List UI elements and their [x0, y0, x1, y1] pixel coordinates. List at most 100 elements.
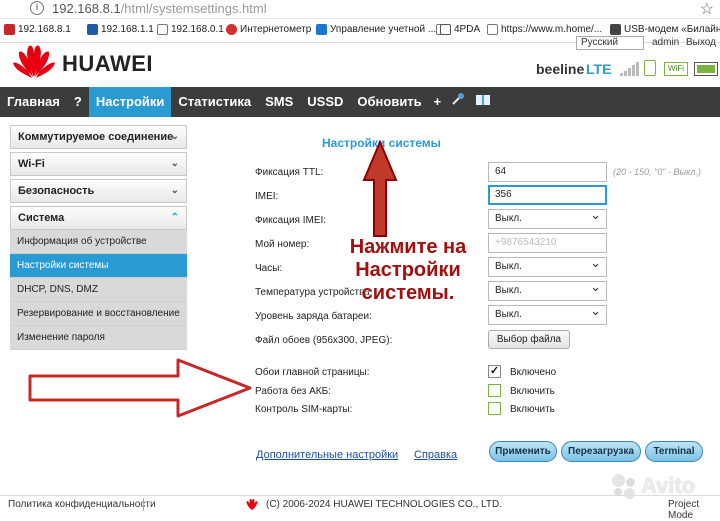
- bookmark-item[interactable]: Интернетометр: [226, 24, 311, 35]
- no-battery-checkbox[interactable]: [488, 384, 501, 397]
- bookmark-item[interactable]: USB-модем «Билайн»: [610, 24, 720, 35]
- site-info-icon[interactable]: i: [30, 1, 44, 15]
- address-text[interactable]: 192.168.8.1/html/systemsettings.html: [52, 1, 267, 16]
- battery-level-select[interactable]: Выкл.: [488, 302, 607, 325]
- apply-button[interactable]: Применить: [489, 441, 557, 462]
- 4pda-bookmark-icon: [440, 24, 451, 35]
- brand-name: HUAWEI: [62, 51, 153, 76]
- nav-settings[interactable]: Настройки: [88, 87, 172, 117]
- bookmark-item[interactable]: 192.168.8.1: [4, 24, 71, 35]
- k-bookmark-icon: [316, 24, 327, 35]
- imei-label: IMEI:: [255, 191, 279, 202]
- sim-control-label: Контроль SIM-карты:: [255, 404, 353, 415]
- battery-level-label: Уровень заряда батареи:: [255, 311, 372, 322]
- nav-ussd[interactable]: USSD: [300, 87, 350, 117]
- bookmark-item[interactable]: 4PDA: [438, 24, 480, 35]
- bookmark-item[interactable]: Управление учетной ...: [316, 24, 436, 35]
- sidebar-group-dialup[interactable]: Коммутируемое соединение ⌄: [10, 125, 187, 149]
- footer-divider: [143, 498, 144, 511]
- mail-bookmark-icon: [87, 24, 98, 35]
- my-number-input[interactable]: +9876543210: [488, 233, 607, 253]
- sidebar-item-change-password[interactable]: Изменение пароля: [10, 326, 187, 350]
- modem-bookmark-icon: [610, 24, 621, 35]
- nav-statistics[interactable]: Статистика: [171, 87, 258, 117]
- chevron-up-icon: ⌃: [170, 212, 179, 223]
- right-arrow-annotation-icon: [28, 358, 252, 418]
- sim-control-checkbox[interactable]: [488, 402, 501, 415]
- url-path: /html/systemsettings.html: [120, 1, 267, 16]
- sidebar-item-dhcp[interactable]: DHCP, DNS, DMZ: [10, 278, 187, 302]
- avito-wordmark: Avito: [641, 473, 696, 498]
- bookmark-item[interactable]: 192.168.0.1: [157, 24, 224, 35]
- project-mode-link[interactable]: Project Mode: [668, 499, 720, 521]
- main-nav: Главная ? Настройки Статистика SMS USSD …: [0, 87, 720, 117]
- tools-icon[interactable]: [446, 87, 470, 117]
- no-battery-state: Включить: [510, 386, 555, 397]
- logout-link[interactable]: Выход: [686, 37, 716, 48]
- sidebar-item-system-settings[interactable]: Настройки системы: [10, 254, 187, 278]
- clock-select[interactable]: Выкл.: [488, 254, 607, 277]
- terminal-button[interactable]: Terminal: [645, 441, 703, 462]
- chevron-down-icon: ⌄: [170, 158, 179, 169]
- nav-refresh[interactable]: Обновить: [350, 87, 428, 117]
- temperature-select[interactable]: Выкл.: [488, 278, 607, 301]
- my-number-label: Мой номер:: [255, 239, 310, 250]
- ttl-label: Фиксация TTL:: [255, 167, 324, 178]
- chevron-down-icon: ⌄: [170, 185, 179, 196]
- chevron-down-icon: ⌄: [170, 131, 179, 142]
- sidebar-item-device-info[interactable]: Информация об устройстве: [10, 230, 187, 254]
- sidebar-group-wifi[interactable]: Wi-Fi ⌄: [10, 152, 187, 176]
- up-arrow-annotation-icon: [362, 140, 398, 237]
- page-bookmark-icon: [157, 24, 168, 35]
- operator-name: beeline: [536, 61, 585, 77]
- nav-home[interactable]: Главная: [0, 87, 67, 117]
- wifi-status-icon: WiFi: [664, 62, 688, 76]
- wallpaper-home-checkbox[interactable]: ✓: [488, 365, 501, 378]
- choose-file-button[interactable]: Выбор файла: [488, 330, 570, 349]
- wallpaper-home-state: Включено: [510, 367, 557, 378]
- wallpaper-home-label: Обои главной страницы:: [255, 367, 370, 378]
- url-host: 192.168.8.1: [52, 1, 121, 16]
- user-name: admin: [652, 37, 680, 48]
- imei-fix-select[interactable]: Выкл.: [488, 206, 607, 229]
- ttl-hint: (20 - 150, "0" - Выкл.): [613, 167, 701, 177]
- advanced-settings-link[interactable]: Дополнительные настройки: [256, 449, 398, 461]
- clock-label: Часы:: [255, 263, 283, 274]
- ttl-input[interactable]: 64: [488, 162, 607, 182]
- sidebar-group-security[interactable]: Безопасность ⌄: [10, 179, 187, 203]
- wallpaper-label: Файл обоев (956x300, JPEG):: [255, 335, 393, 346]
- sim-card-icon: [644, 60, 656, 76]
- privacy-link[interactable]: Политика конфиденциальности: [8, 499, 156, 510]
- bookmark-item[interactable]: 192.168.1.1: [87, 24, 154, 35]
- avito-watermark: Avito: [612, 473, 695, 499]
- avito-logo-icon: [612, 474, 638, 499]
- sidebar-group-system[interactable]: Система ⌃: [10, 206, 187, 230]
- battery-icon: [694, 62, 718, 76]
- bookmark-item[interactable]: https://www.m.home/...: [487, 24, 602, 35]
- help-link[interactable]: Справка: [414, 449, 457, 461]
- signal-strength-icon: [620, 62, 639, 76]
- huawei-logo-icon: [13, 45, 55, 78]
- nav-add[interactable]: +: [429, 87, 447, 117]
- huawei-bookmark-icon: [4, 24, 15, 35]
- main-content: Настройки системы Фиксация TTL: 64 (20 -…: [200, 125, 720, 495]
- imei-fix-label: Фиксация IMEI:: [255, 215, 327, 226]
- settings-sidebar: Коммутируемое соединение ⌄ Wi-Fi ⌄ Безопас…: [10, 125, 187, 350]
- instruction-annotation: Нажмите на Настройки системы.: [349, 236, 467, 304]
- page-bookmark-icon: [487, 24, 498, 35]
- sidebar-item-backup[interactable]: Резервирование и восстановление: [10, 302, 187, 326]
- router-header: HUAWEI Русский admin Выход beeline LTE W…: [0, 36, 720, 87]
- browser-url-bar[interactable]: i 192.168.8.1/html/systemsettings.html ☆: [0, 0, 720, 19]
- bookmark-star-icon[interactable]: ☆: [700, 0, 714, 19]
- yandex-bookmark-icon: [226, 24, 237, 35]
- sim-control-state: Включить: [510, 404, 555, 415]
- no-battery-label: Работа без АКБ:: [255, 386, 331, 397]
- book-icon[interactable]: [470, 87, 496, 117]
- nav-sms[interactable]: SMS: [258, 87, 300, 117]
- imei-input[interactable]: 356: [488, 185, 607, 205]
- copyright-text: (C) 2006-2024 HUAWEI TECHNOLOGIES CO., L…: [266, 499, 502, 510]
- language-select[interactable]: Русский: [576, 36, 644, 50]
- nav-help[interactable]: ?: [67, 87, 89, 117]
- reboot-button[interactable]: Перезагрузка: [561, 441, 641, 462]
- network-type: LTE: [586, 61, 612, 77]
